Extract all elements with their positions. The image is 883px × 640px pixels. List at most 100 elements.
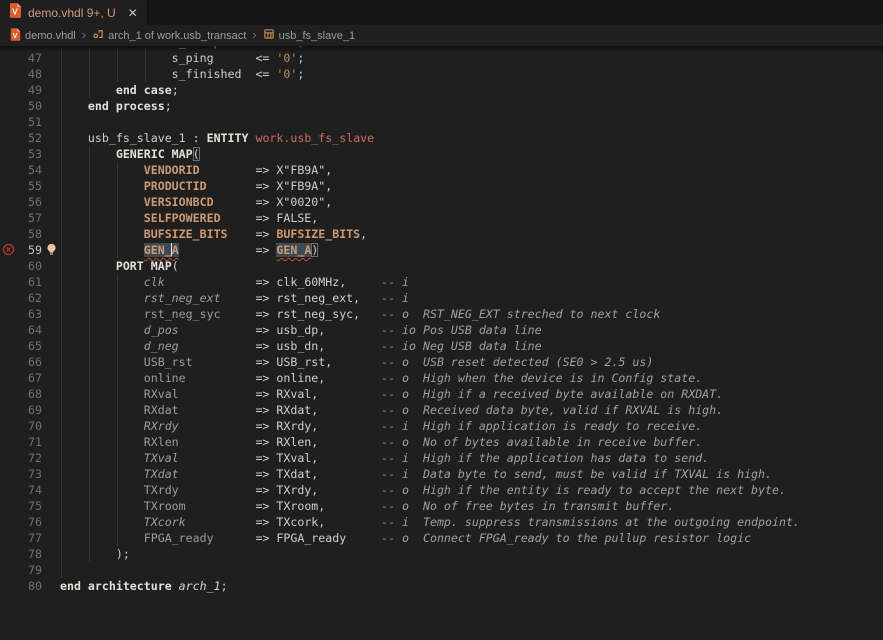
code-line[interactable]: 70 RXrdy => RXrdy, -- i High if applicat… — [0, 418, 883, 434]
line-number[interactable]: 65 — [0, 338, 42, 354]
code-token: RXdat — [144, 403, 179, 417]
line-number[interactable]: 66 — [0, 354, 42, 370]
line-number[interactable]: 60 — [0, 258, 42, 274]
line-number[interactable]: 62 — [0, 290, 42, 306]
line-number[interactable]: 69 — [0, 402, 42, 418]
code-token: => RXrdy, — [179, 419, 319, 433]
code-line[interactable]: 58 BUFSIZE_BITS => BUFSIZE_BITS, — [0, 226, 883, 242]
line-number[interactable]: 75 — [0, 498, 42, 514]
code-token: ; — [297, 51, 304, 65]
line-number[interactable]: 67 — [0, 370, 42, 386]
code-line[interactable]: 59 GEN_A => GEN_A) — [0, 242, 883, 258]
line-number[interactable]: 70 — [0, 418, 42, 434]
code-line[interactable]: 73 TXdat => TXdat, -- i Data byte to sen… — [0, 466, 883, 482]
code-line[interactable]: 51 — [0, 114, 883, 130]
indent-guide — [61, 162, 62, 178]
code-line[interactable]: 63 rst_neg_syc => rst_neg_syc, -- o RST_… — [0, 306, 883, 322]
code-text: VENDORID => X"FB9A", — [60, 162, 332, 178]
code-line[interactable]: 47 s_ping <= '0'; — [0, 50, 883, 66]
breadcrumb-item-architecture[interactable]: arch_1 of work.usb_transact — [92, 28, 246, 43]
line-number[interactable]: 54 — [0, 162, 42, 178]
line-number[interactable]: 79 — [0, 562, 42, 578]
tab-demo-vhdl[interactable]: V demo.vhdl 9+, U ✕ — [0, 0, 148, 25]
code-editor[interactable]: 46 s_setup <= '0';47 s_ping <= '0';48 s_… — [0, 46, 883, 640]
indent-guide — [61, 370, 62, 386]
indent-guide — [89, 226, 90, 242]
line-number[interactable]: 53 — [0, 146, 42, 162]
line-number[interactable]: 48 — [0, 66, 42, 82]
indent-guide — [89, 274, 90, 290]
code-token — [60, 275, 144, 289]
code-text: SELFPOWERED => FALSE, — [60, 210, 318, 226]
code-line[interactable]: 53 GENERIC MAP( — [0, 146, 883, 162]
indent-guide — [89, 306, 90, 322]
line-number[interactable]: 73 — [0, 466, 42, 482]
indent-guide — [117, 498, 118, 514]
code-line[interactable]: 67 online => online, -- o High when the … — [0, 370, 883, 386]
code-text: RXval => RXval, -- o High if a received … — [60, 386, 723, 402]
code-text: TXcork => TXcork, -- i Temp. suppress tr… — [60, 514, 800, 530]
svg-text:V: V — [13, 33, 18, 40]
line-number[interactable]: 55 — [0, 178, 42, 194]
code-line[interactable]: 75 TXroom => TXroom, -- o No of free byt… — [0, 498, 883, 514]
code-token — [60, 243, 144, 257]
line-number[interactable]: 64 — [0, 322, 42, 338]
code-line[interactable]: 68 RXval => RXval, -- o High if a receiv… — [0, 386, 883, 402]
line-number[interactable]: 51 — [0, 114, 42, 130]
code-line[interactable]: 61 clk => clk_60MHz, -- i — [0, 274, 883, 290]
line-number[interactable]: 47 — [0, 50, 42, 66]
indent-guide — [61, 530, 62, 546]
code-line[interactable]: 76 TXcork => TXcork, -- i Temp. suppress… — [0, 514, 883, 530]
code-token: RXlen — [144, 435, 179, 449]
code-line[interactable]: 48 s_finished <= '0'; — [0, 66, 883, 82]
line-number[interactable]: 71 — [0, 434, 42, 450]
code-token — [60, 227, 144, 241]
line-number[interactable]: 58 — [0, 226, 42, 242]
line-number[interactable]: 59 — [0, 242, 42, 258]
line-number[interactable]: 63 — [0, 306, 42, 322]
line-number[interactable]: 80 — [0, 578, 42, 594]
line-number[interactable]: 72 — [0, 450, 42, 466]
code-line[interactable]: 50 end process; — [0, 98, 883, 114]
line-number[interactable]: 74 — [0, 482, 42, 498]
indent-guide — [117, 274, 118, 290]
line-number[interactable]: 78 — [0, 546, 42, 562]
code-line[interactable]: 69 RXdat => RXdat, -- o Received data by… — [0, 402, 883, 418]
code-line[interactable]: 66 USB_rst => USB_rst, -- o USB reset de… — [0, 354, 883, 370]
close-icon[interactable]: ✕ — [128, 7, 138, 19]
code-line[interactable]: 60 PORT MAP( — [0, 258, 883, 274]
code-line[interactable]: 62 rst_neg_ext => rst_neg_ext, -- i — [0, 290, 883, 306]
code-line[interactable]: 79 — [0, 562, 883, 578]
code-token: => RXval, — [179, 387, 319, 401]
line-number[interactable]: 57 — [0, 210, 42, 226]
code-line[interactable]: 78 ); — [0, 546, 883, 562]
breadcrumb-item-instance[interactable]: usb_fs_slave_1 — [263, 28, 355, 43]
code-line[interactable]: 55 PRODUCTID => X"FB9A", — [0, 178, 883, 194]
code-line[interactable]: 77 FPGA_ready => FPGA_ready -- o Connect… — [0, 530, 883, 546]
line-number[interactable]: 68 — [0, 386, 42, 402]
line-number[interactable]: 76 — [0, 514, 42, 530]
code-line[interactable]: 54 VENDORID => X"FB9A", — [0, 162, 883, 178]
code-line[interactable]: 72 TXval => TXval, -- i High if the appl… — [0, 450, 883, 466]
code-line[interactable]: 80end architecture arch_1; — [0, 578, 883, 594]
code-token: ( — [193, 147, 200, 161]
line-number[interactable]: 50 — [0, 98, 42, 114]
line-number[interactable]: 49 — [0, 82, 42, 98]
code-line[interactable]: 57 SELFPOWERED => FALSE, — [0, 210, 883, 226]
code-line[interactable]: 65 d_neg => usb_dn, -- io Neg USB data l… — [0, 338, 883, 354]
code-line[interactable]: 49 end case; — [0, 82, 883, 98]
code-line[interactable]: 64 d_pos => usb_dp, -- io Pos USB data l… — [0, 322, 883, 338]
code-line[interactable]: 71 RXlen => RXlen, -- o No of bytes avai… — [0, 434, 883, 450]
indent-guide — [89, 338, 90, 354]
code-line[interactable]: 74 TXrdy => TXrdy, -- o High if the enti… — [0, 482, 883, 498]
code-line[interactable]: 52 usb_fs_slave_1 : ENTITY work.usb_fs_s… — [0, 130, 883, 146]
code-token: s_ping <= — [60, 51, 276, 65]
breadcrumb-item-file[interactable]: V demo.vhdl — [10, 28, 76, 44]
code-token — [60, 211, 144, 225]
line-number[interactable]: 61 — [0, 274, 42, 290]
code-line[interactable]: 56 VERSIONBCD => X"0020", — [0, 194, 883, 210]
line-number[interactable]: 52 — [0, 130, 42, 146]
code-token: GEN_ — [144, 243, 172, 257]
line-number[interactable]: 77 — [0, 530, 42, 546]
line-number[interactable]: 56 — [0, 194, 42, 210]
